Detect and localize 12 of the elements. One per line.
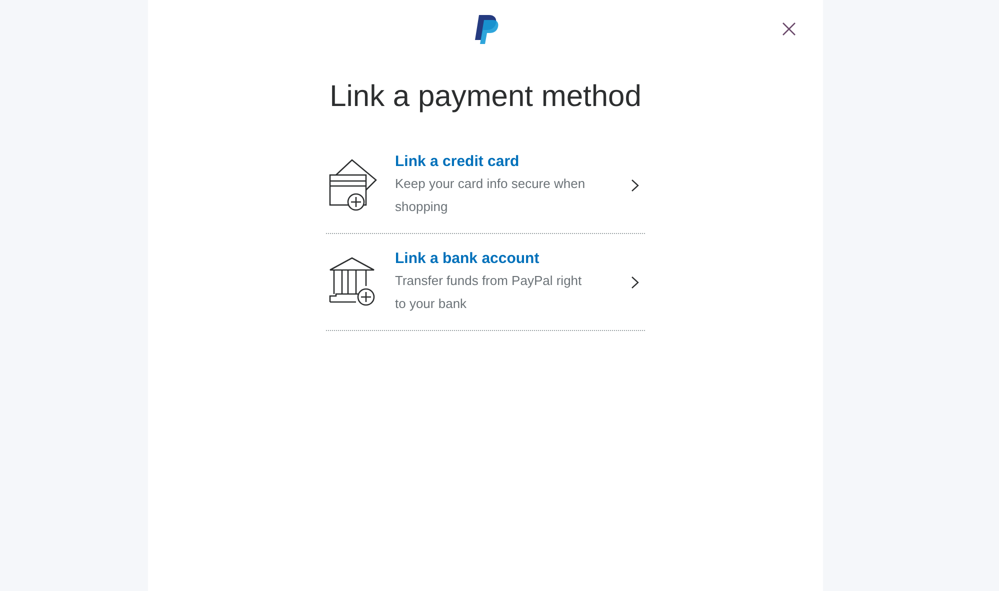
chevron-right-icon <box>631 178 639 192</box>
page-title: Link a payment method <box>330 79 642 115</box>
option-title: Link a credit card <box>395 152 520 172</box>
option-description: Keep your card info secure when shopping <box>395 175 586 216</box>
chevron-right-icon <box>631 276 639 288</box>
logo-icon <box>472 15 498 44</box>
option-title: Link a bank account <box>395 249 540 269</box>
payment-option[interactable]: Link a bank account Transfer funds from PayPal right to your bank <box>326 234 645 331</box>
close-button[interactable] <box>781 21 797 37</box>
payment-option[interactable]: Link a credit card Keep your card info secure when shopping <box>326 137 645 234</box>
credit-card-plus-icon <box>328 159 378 211</box>
option-description: Transfer funds from PayPal right to your bank <box>395 272 583 313</box>
